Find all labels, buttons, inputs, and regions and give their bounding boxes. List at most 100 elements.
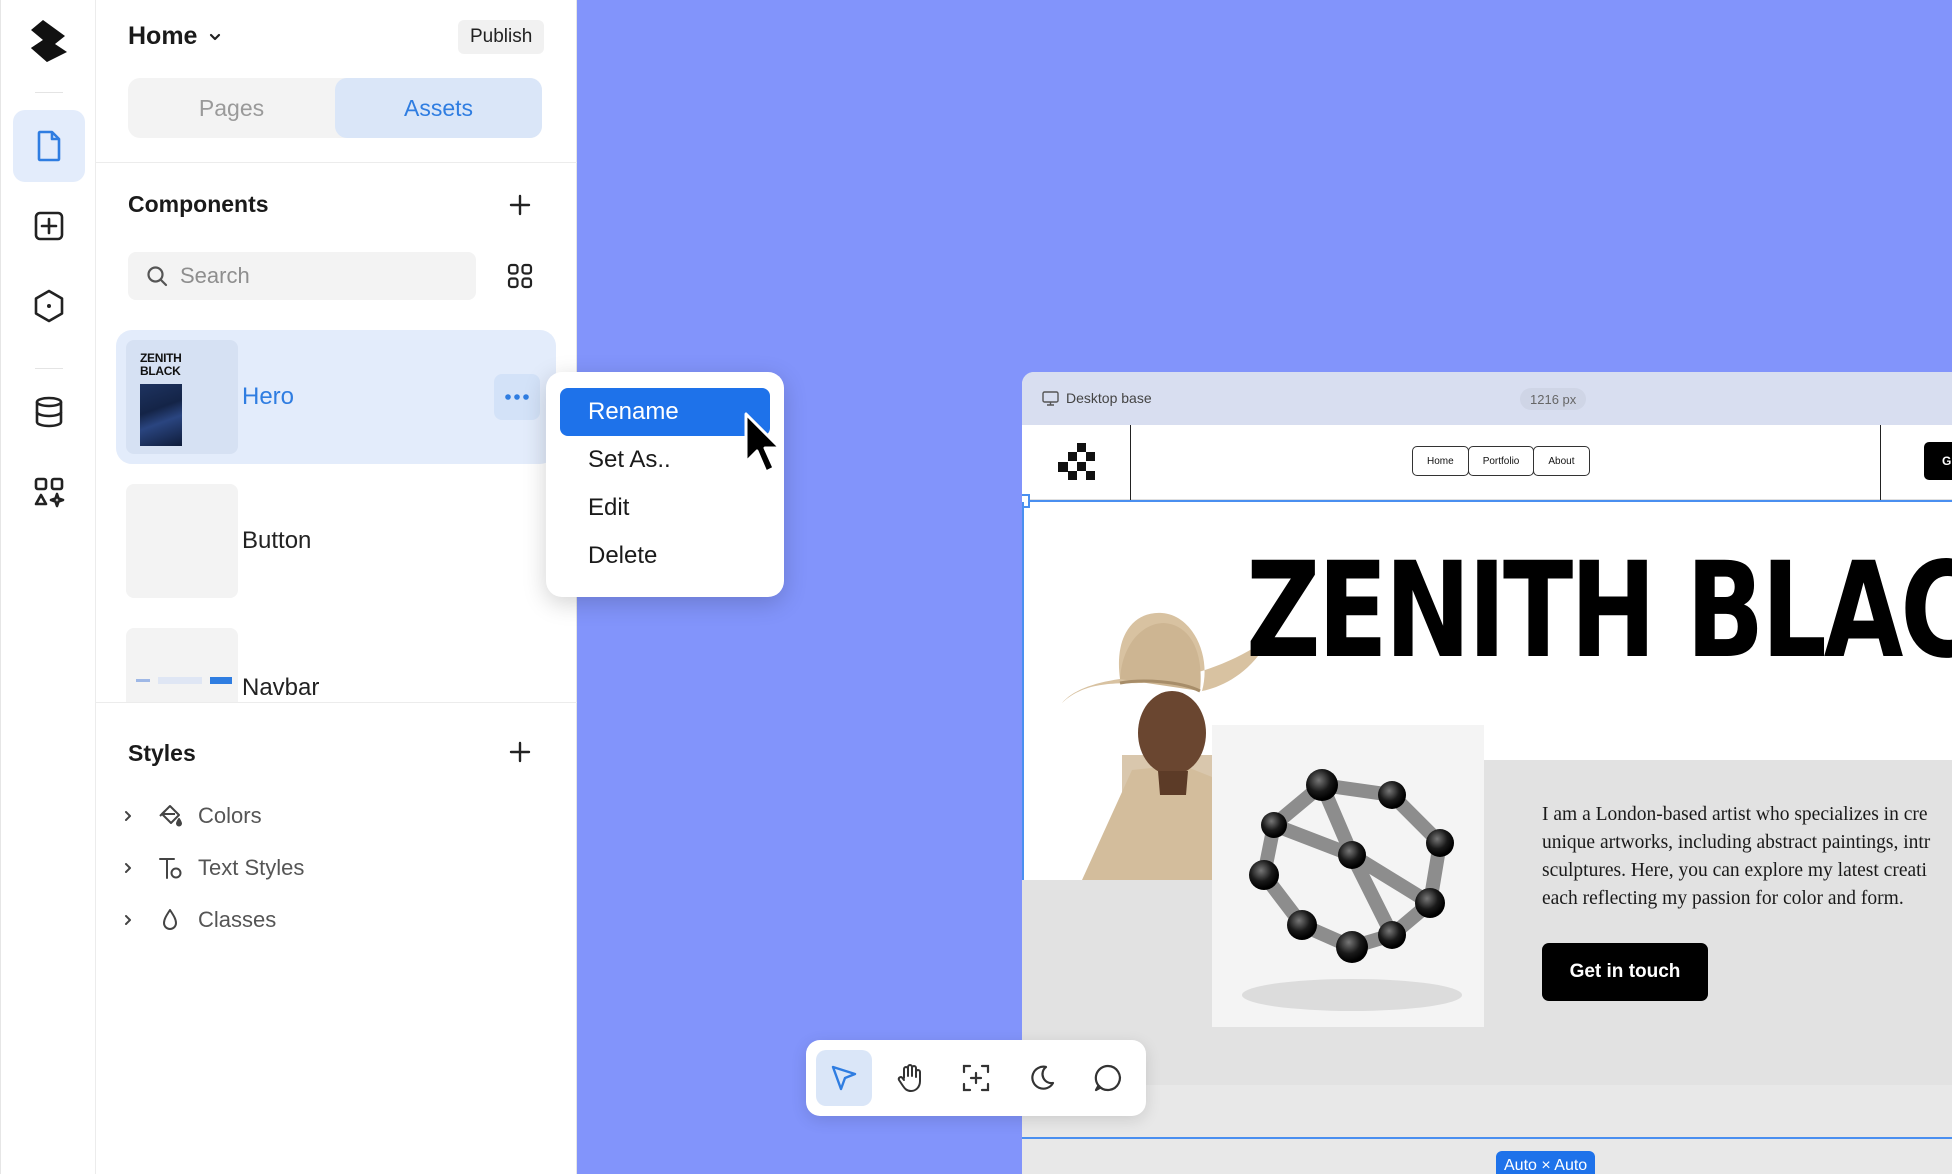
site-nav-portfolio[interactable]: Portfolio [1467,446,1535,476]
site-nav-cta[interactable]: G [1924,442,1952,480]
component-label: Button [242,527,312,554]
component-list-clip: Navbar [96,618,577,702]
site-nav-links: Home Portfolio About [1412,446,1590,476]
styles-heading: Styles [128,740,196,766]
add-component-icon[interactable] [506,191,534,219]
component-search[interactable] [128,252,476,300]
page-selector[interactable]: Home [128,22,223,51]
nav-divider [1880,425,1881,500]
component-more-button[interactable] [494,374,540,420]
hero-description-line: each reflecting my passion for color and… [1542,888,1904,909]
cms-rail-button[interactable] [13,376,85,448]
page-selector-label: Home [128,22,198,50]
tab-pages[interactable]: Pages [128,78,335,138]
hexagon-icon [34,289,64,323]
thumbnail-photo [140,384,182,446]
site-preview[interactable]: Home Portfolio About G ZENITH BLAC I am … [1022,425,1952,1174]
component-label: Navbar [242,674,320,701]
component-item-hero[interactable]: ZENITH BLACK Hero [116,330,556,464]
comment-tool-button[interactable] [1080,1050,1136,1106]
hero-title: ZENITH BLAC [1246,534,1952,688]
site-nav-home[interactable]: Home [1412,446,1469,476]
desktop-frame[interactable]: Desktop base 1216 px Home Portfolio Abou… [1022,372,1952,1174]
assets-panel: Home Publish Pages Assets Components ZEN… [96,0,577,1174]
hero-description: I am a London-based artist who specializ… [1542,801,1952,913]
rail-divider [35,368,63,369]
search-input[interactable] [180,263,440,289]
add-style-icon[interactable] [506,738,534,766]
plus-square-icon [34,211,64,241]
component-item-navbar[interactable]: Navbar [116,618,556,702]
chevron-down-icon [210,33,221,40]
nav-divider [1130,425,1131,500]
component-thumbnail: ZENITH BLACK [126,340,238,454]
chevron-right-icon [125,915,131,925]
canvas-toolbar [806,1040,1146,1116]
selection-size-badge: Auto × Auto [1496,1151,1596,1174]
component-context-menu: Rename Set As.. Edit Delete [546,372,784,597]
hero-description-line: I am a London-based artist who specializ… [1542,804,1928,825]
frame-add-icon [962,1064,990,1092]
selection-outline-top [1022,500,1952,502]
panel-divider [96,162,577,163]
component-label: Hero [242,383,295,410]
style-item-colors[interactable]: Colors [120,798,262,834]
grid-view-icon[interactable] [506,262,534,290]
style-item-label: Classes [198,907,277,932]
apps-icon [34,477,65,508]
pointer-tool-button[interactable] [816,1050,872,1106]
dark-mode-button[interactable] [1014,1050,1070,1106]
style-item-label: Text Styles [198,855,305,880]
publish-button[interactable]: Publish [458,20,545,54]
chevron-right-icon [125,863,131,873]
get-in-touch-button[interactable]: Get in touch [1542,943,1708,1001]
search-icon [147,266,168,287]
hand-icon [897,1064,921,1092]
app-logo-icon[interactable] [27,18,71,64]
components-rail-button[interactable] [13,270,85,342]
menu-item-edit[interactable]: Edit [560,484,770,532]
frame-label: Desktop base [1066,390,1152,406]
pages-rail-button[interactable] [13,110,85,182]
menu-item-set-as[interactable]: Set As.. [560,436,770,484]
file-icon [37,130,61,162]
frame-tool-button[interactable] [948,1050,1004,1106]
component-thumbnail [126,628,238,702]
hand-tool-button[interactable] [882,1050,938,1106]
style-item-text-styles[interactable]: Text Styles [120,850,304,886]
panel-tabs: Pages Assets [128,78,542,138]
tab-assets[interactable]: Assets [335,78,542,138]
pointer-icon [831,1065,857,1091]
selection-outline-bottom [1022,1137,1952,1139]
components-heading: Components [128,191,269,217]
hero-sculpture-image [1212,725,1484,1027]
menu-item-delete[interactable]: Delete [560,532,770,580]
drop-icon [163,909,177,930]
hero-description-line: sculptures. Here, you can explore my lat… [1542,860,1927,881]
rail-divider [35,92,63,93]
site-nav-about[interactable]: About [1533,446,1590,476]
add-rail-button[interactable] [13,190,85,262]
more-horizontal-icon [505,394,529,400]
comment-icon [1094,1064,1121,1092]
icon-rail [0,0,96,1174]
component-item-button[interactable]: Button [116,474,556,608]
thumbnail-title: ZENITH BLACK [140,351,182,378]
site-navbar[interactable]: Home Portfolio About G [1022,425,1952,500]
text-style-icon [159,858,182,879]
menu-item-rename[interactable]: Rename [560,388,770,436]
frame-width-badge: 1216 px [1520,388,1587,410]
mouse-cursor-icon [744,412,782,474]
paint-bucket-icon [159,805,182,827]
database-icon [35,396,63,428]
frame-header[interactable]: Desktop base 1216 px [1022,372,1952,425]
moon-icon [1031,1065,1055,1090]
apps-rail-button[interactable] [13,456,85,528]
style-item-label: Colors [198,803,262,828]
style-item-classes[interactable]: Classes [120,902,276,938]
hero-description-line: unique artworks, including abstract pain… [1542,832,1931,853]
site-logo-icon [1058,443,1095,480]
component-thumbnail [126,484,238,598]
navbar-thumbnail-icon [136,677,232,684]
panel-divider [96,702,577,703]
